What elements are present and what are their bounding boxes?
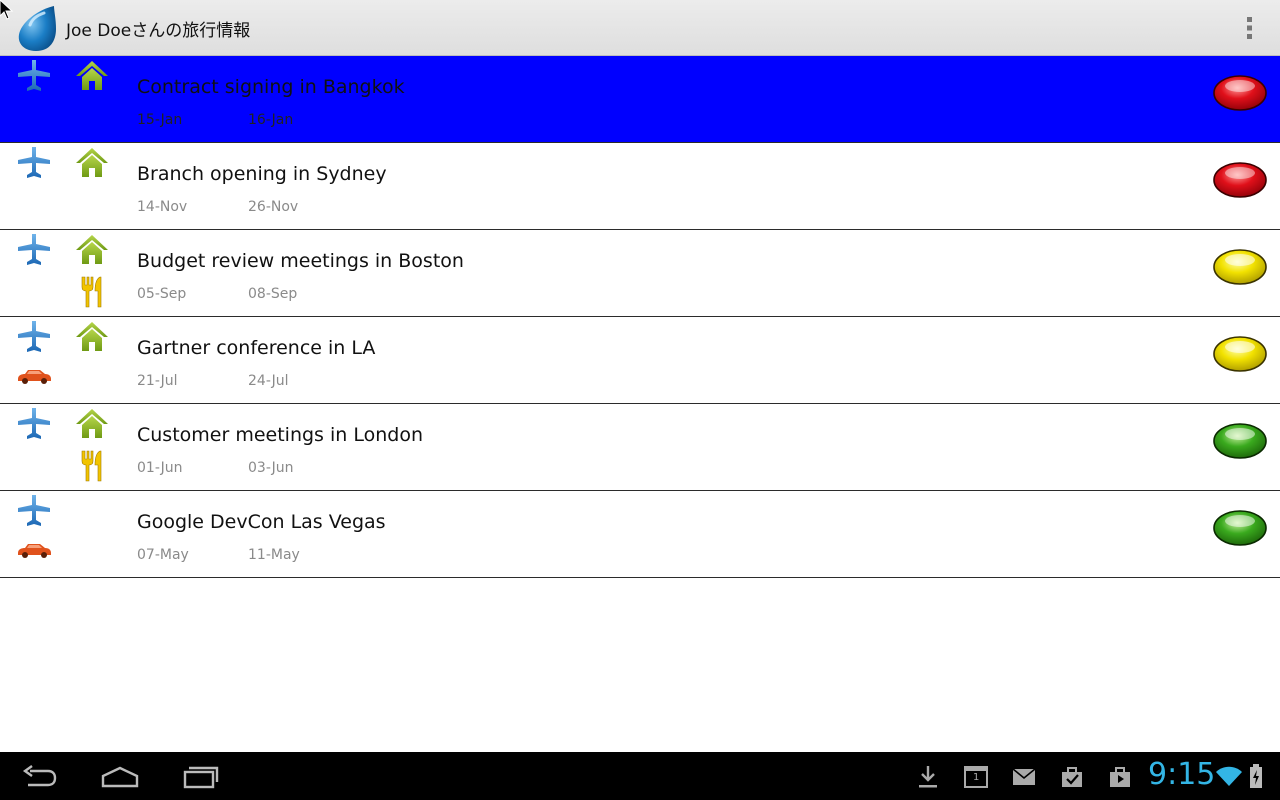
house-icon bbox=[74, 58, 110, 94]
house-icon bbox=[74, 232, 110, 268]
status-yellow-icon bbox=[1212, 248, 1268, 286]
plane-icon bbox=[16, 145, 52, 181]
food-icon bbox=[78, 275, 106, 309]
download-icon[interactable] bbox=[915, 764, 941, 790]
status-red-icon bbox=[1212, 74, 1268, 112]
trip-start-date: 07-May bbox=[137, 547, 189, 563]
trip-end-date: 08-Sep bbox=[248, 286, 298, 302]
home-icon[interactable] bbox=[100, 762, 140, 790]
status-yellow-icon bbox=[1212, 335, 1268, 373]
app-drop-icon[interactable] bbox=[14, 3, 60, 53]
battery-charging-icon bbox=[1250, 764, 1262, 788]
trip-start-date: 01-Jun bbox=[137, 460, 183, 476]
trip-end-date: 03-Jun bbox=[248, 460, 294, 476]
recent-apps-icon[interactable] bbox=[180, 762, 220, 790]
trip-row[interactable]: Customer meetings in London 01-Jun 03-Ju… bbox=[0, 404, 1280, 491]
clock[interactable]: 9:15 bbox=[1148, 757, 1215, 792]
plane-icon bbox=[16, 493, 52, 529]
overflow-menu-icon[interactable] bbox=[1238, 14, 1262, 42]
trip-row[interactable]: Contract signing in Bangkok 15-Jan 16-Ja… bbox=[0, 56, 1280, 143]
plane-icon bbox=[16, 232, 52, 268]
trip-title: Branch opening in Sydney bbox=[137, 163, 387, 185]
calendar-day-label: 1 bbox=[973, 772, 980, 783]
house-icon bbox=[74, 406, 110, 442]
trip-list: Contract signing in Bangkok 15-Jan 16-Ja… bbox=[0, 56, 1280, 578]
plane-icon bbox=[16, 58, 52, 94]
status-green-icon bbox=[1212, 422, 1268, 460]
back-icon[interactable] bbox=[20, 762, 60, 790]
trip-title: Contract signing in Bangkok bbox=[137, 76, 405, 98]
car-icon bbox=[16, 541, 52, 559]
action-bar: Joe Doeさんの旅行情報 bbox=[0, 0, 1280, 56]
wifi-icon bbox=[1216, 766, 1242, 786]
status-red-icon bbox=[1212, 161, 1268, 199]
food-icon bbox=[78, 449, 106, 483]
trip-title: Gartner conference in LA bbox=[137, 337, 376, 359]
trip-end-date: 24-Jul bbox=[248, 373, 289, 389]
system-nav-bar: 1 9:15 bbox=[0, 752, 1280, 800]
trip-row[interactable]: Google DevCon Las Vegas 07-May 11-May bbox=[0, 491, 1280, 578]
trip-title: Google DevCon Las Vegas bbox=[137, 511, 386, 533]
mail-icon[interactable] bbox=[1011, 764, 1037, 790]
app-title: Joe Doeさんの旅行情報 bbox=[66, 21, 251, 41]
trip-start-date: 05-Sep bbox=[137, 286, 187, 302]
trip-row[interactable]: Budget review meetings in Boston 05-Sep … bbox=[0, 230, 1280, 317]
trip-title: Budget review meetings in Boston bbox=[137, 250, 464, 272]
trip-row[interactable]: Branch opening in Sydney 14-Nov 26-Nov bbox=[0, 143, 1280, 230]
trip-title: Customer meetings in London bbox=[137, 424, 423, 446]
task-icon[interactable] bbox=[1059, 764, 1085, 790]
trip-start-date: 15-Jan bbox=[137, 112, 183, 128]
calendar-icon[interactable]: 1 bbox=[963, 764, 989, 790]
mouse-cursor-icon bbox=[0, 0, 14, 20]
house-icon bbox=[74, 145, 110, 181]
house-icon bbox=[74, 319, 110, 355]
trip-row[interactable]: Gartner conference in LA 21-Jul 24-Jul bbox=[0, 317, 1280, 404]
plane-icon bbox=[16, 319, 52, 355]
trip-start-date: 14-Nov bbox=[137, 199, 188, 215]
plane-icon bbox=[16, 406, 52, 442]
trip-end-date: 16-Jan bbox=[248, 112, 294, 128]
trip-start-date: 21-Jul bbox=[137, 373, 178, 389]
car-icon bbox=[16, 367, 52, 385]
status-green-icon bbox=[1212, 509, 1268, 547]
trip-end-date: 26-Nov bbox=[248, 199, 299, 215]
trip-end-date: 11-May bbox=[248, 547, 300, 563]
shop-icon[interactable] bbox=[1107, 764, 1133, 790]
